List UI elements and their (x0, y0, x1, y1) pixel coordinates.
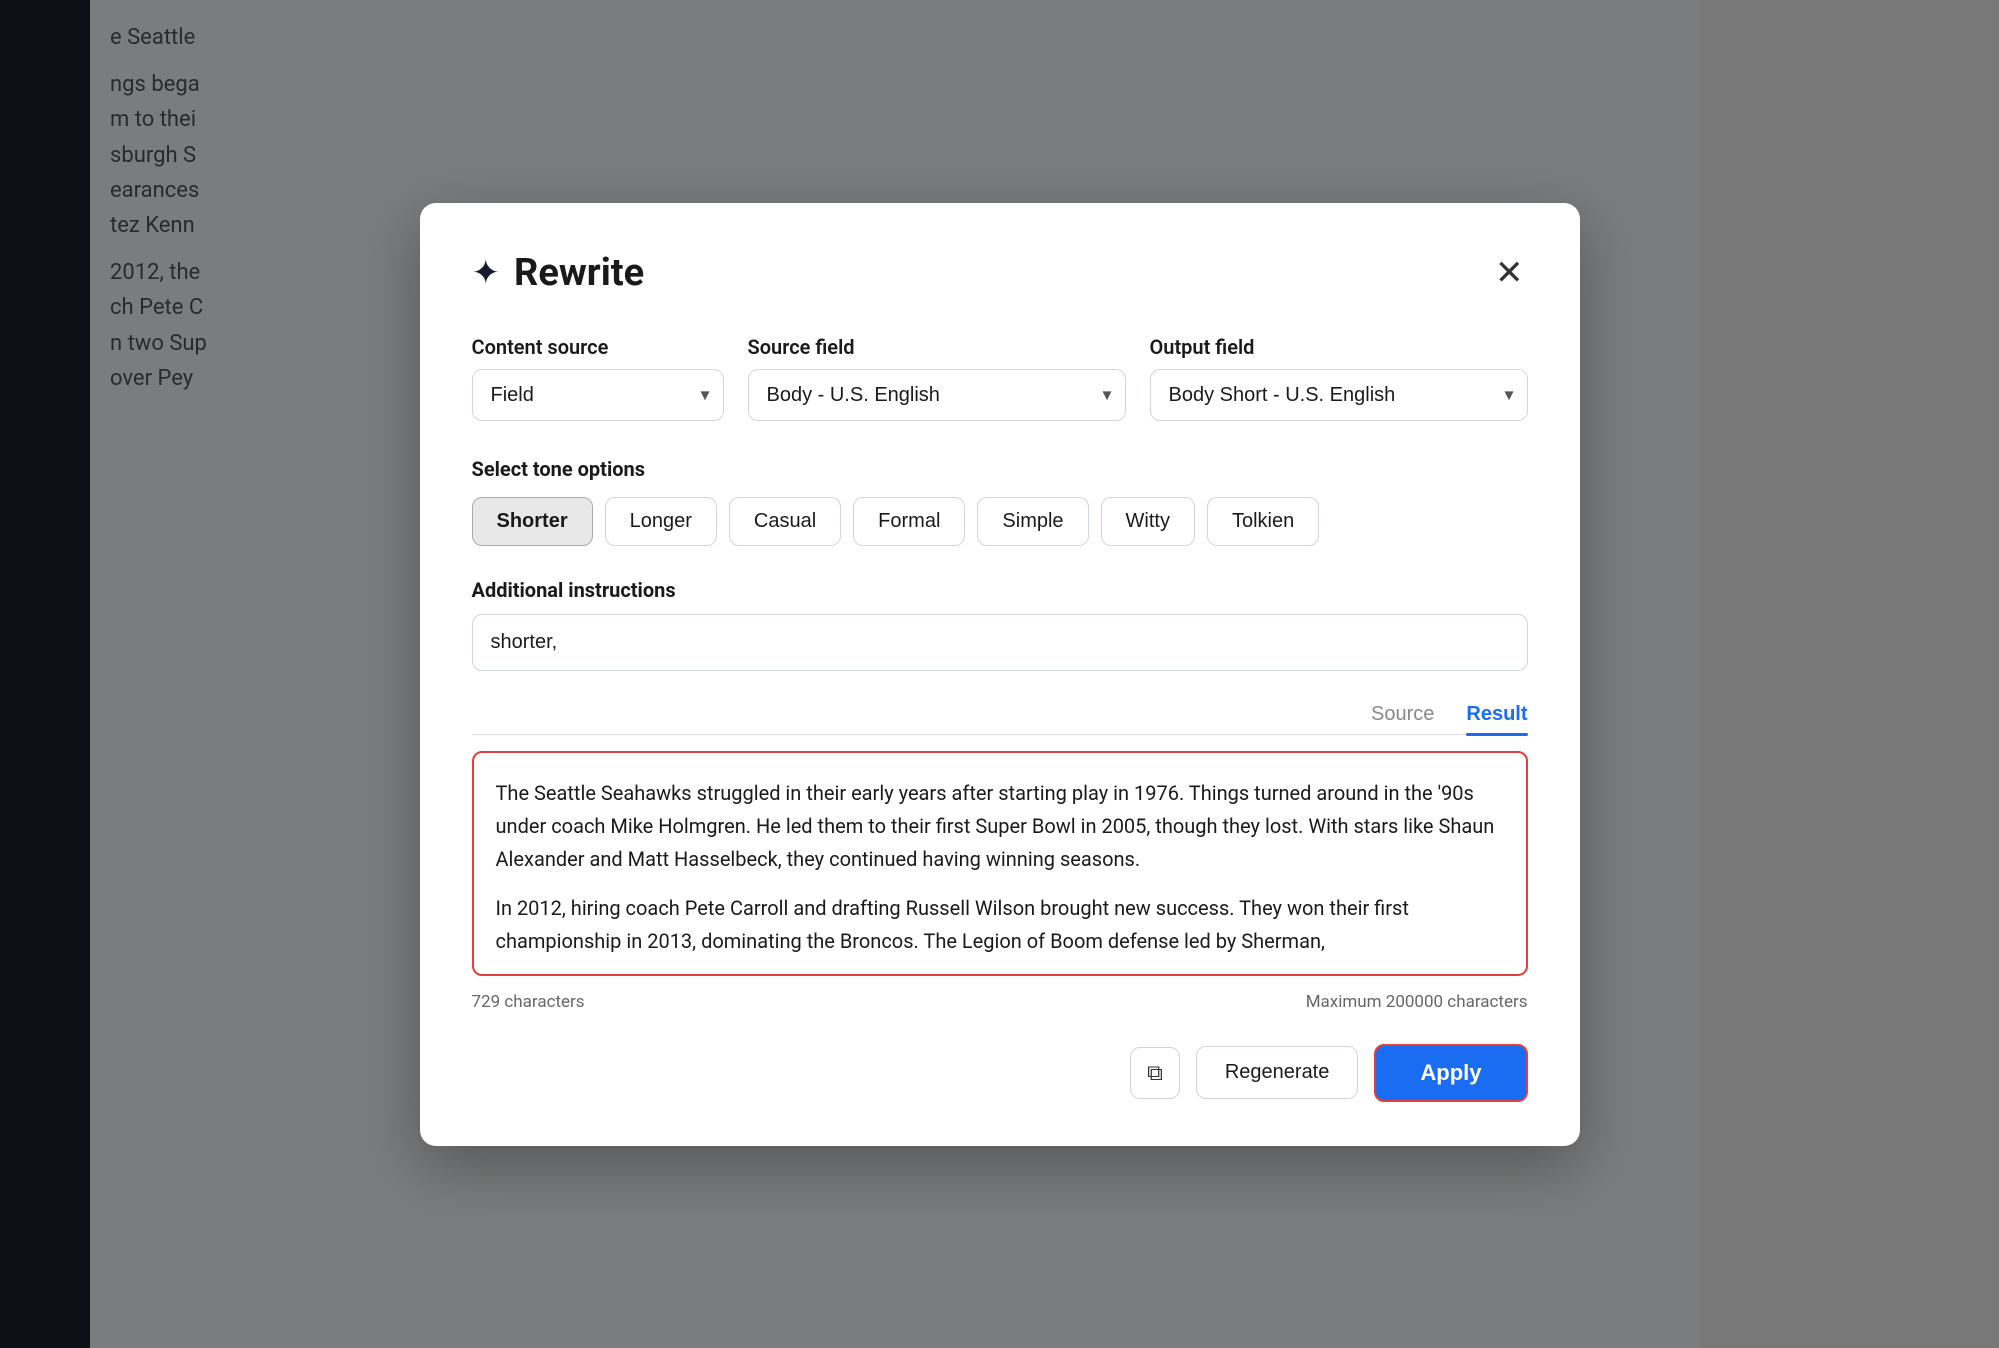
actions-row: ⧉ Regenerate Apply (472, 1044, 1528, 1102)
tone-section-label: Select tone options (472, 457, 1528, 481)
char-count: 729 characters (472, 992, 585, 1012)
modal-header: ✦ Rewrite ✕ (472, 251, 1528, 295)
output-field-select[interactable]: Body Short - U.S. English (1150, 369, 1528, 421)
content-source-wrapper: Field ▾ (472, 369, 724, 421)
char-count-row: 729 characters Maximum 200000 characters (472, 992, 1528, 1012)
tone-btn-witty[interactable]: Witty (1101, 497, 1195, 546)
tabs-divider (472, 734, 1528, 735)
close-button[interactable]: ✕ (1491, 252, 1528, 294)
tab-source[interactable]: Source (1371, 703, 1434, 734)
result-paragraph-2: In 2012, hiring coach Pete Carroll and d… (496, 892, 1504, 958)
sparkle-icon: ✦ (472, 253, 501, 293)
tone-btn-longer[interactable]: Longer (605, 497, 717, 546)
apply-button[interactable]: Apply (1374, 1044, 1527, 1102)
result-area: The Seattle Seahawks struggled in their … (472, 751, 1528, 976)
instructions-input[interactable] (472, 614, 1528, 671)
content-source-label: Content source (472, 335, 724, 359)
tone-btn-casual[interactable]: Casual (729, 497, 841, 546)
rewrite-modal: ✦ Rewrite ✕ Content source Field ▾ Sourc… (420, 203, 1580, 1146)
content-source-select[interactable]: Field (472, 369, 724, 421)
copy-button[interactable]: ⧉ (1130, 1047, 1180, 1099)
source-field-wrapper: Body - U.S. English ▾ (748, 369, 1126, 421)
title-group: ✦ Rewrite (472, 251, 645, 295)
content-source-group: Content source Field ▾ (472, 335, 724, 421)
output-field-wrapper: Body Short - U.S. English ▾ (1150, 369, 1528, 421)
tone-btn-simple[interactable]: Simple (977, 497, 1088, 546)
tone-btn-shorter[interactable]: Shorter (472, 497, 593, 546)
tabs-row: Source Result (472, 703, 1528, 734)
tone-btn-tolkien[interactable]: Tolkien (1207, 497, 1319, 546)
instructions-label: Additional instructions (472, 578, 1528, 602)
output-field-group: Output field Body Short - U.S. English ▾ (1150, 335, 1528, 421)
source-field-select[interactable]: Body - U.S. English (748, 369, 1126, 421)
tab-result[interactable]: Result (1466, 703, 1527, 734)
source-field-label: Source field (748, 335, 1126, 359)
fields-row: Content source Field ▾ Source field Body… (472, 335, 1528, 421)
source-field-group: Source field Body - U.S. English ▾ (748, 335, 1126, 421)
max-chars: Maximum 200000 characters (1306, 992, 1528, 1012)
tone-btn-formal[interactable]: Formal (853, 497, 965, 546)
tone-options: ShorterLongerCasualFormalSimple WittyTolk… (472, 497, 1528, 546)
regenerate-button[interactable]: Regenerate (1196, 1046, 1359, 1099)
result-paragraph-1: The Seattle Seahawks struggled in their … (496, 777, 1504, 876)
modal-title: Rewrite (514, 251, 644, 295)
output-field-label: Output field (1150, 335, 1528, 359)
result-text: The Seattle Seahawks struggled in their … (496, 777, 1504, 958)
modal-overlay: ✦ Rewrite ✕ Content source Field ▾ Sourc… (0, 0, 1999, 1348)
